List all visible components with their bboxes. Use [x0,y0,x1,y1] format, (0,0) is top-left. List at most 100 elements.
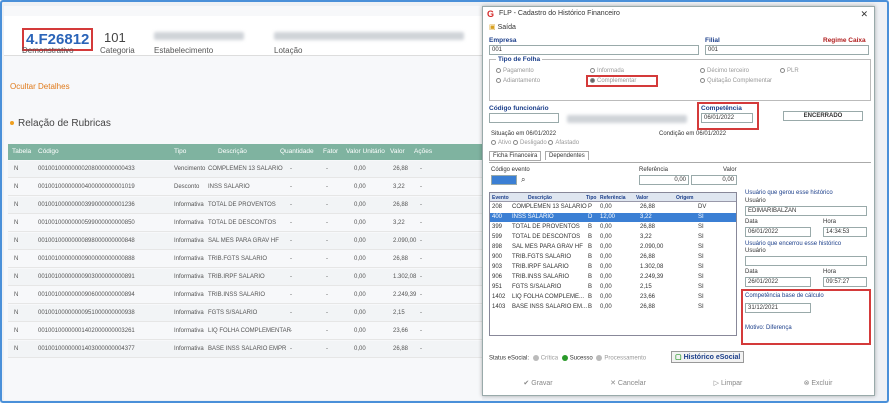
competencia-field[interactable]: 06/01/2022 [701,113,753,123]
grid-col-header: Descrição [528,195,552,201]
saida-button[interactable]: ▣ Saída [489,23,516,31]
grid-cell: P [588,204,593,210]
table-cell: - [420,292,422,298]
grid-row[interactable]: 208 COMPLEMEN 13 SALARIO P 0,00 26,88 DV [490,203,736,212]
grid-cell: 0,00 [600,254,612,260]
comp-base-field[interactable]: 31/12/2021 [745,303,811,313]
grid-row[interactable]: 400 INSS SALARIO D 12,00 3,22 SI [490,213,736,222]
grid-row[interactable]: 599 TOTAL DE DESCONTOS B 0,00 3,22 SI [490,233,736,242]
grid-cell: 0,00 [600,264,612,270]
rubricas-title: Relação de Rubricas [10,118,111,129]
table-cell: - [290,292,292,298]
table-cell: TOTAL DE PROVENTOS [208,202,276,208]
cancelar-button[interactable]: ✕ Cancelar [593,375,663,393]
table-cell: - [290,184,292,190]
tab-dependentes[interactable]: Dependentes [545,151,589,160]
sit-radios[interactable]: Ativo Desligado Afastado [491,140,579,146]
col-header: Tabela [12,148,32,155]
table-row[interactable]: N 00100100000000906000000000894 Informativ… [8,287,482,304]
referencia-label: Referência [639,167,669,173]
radio-plr[interactable]: PLR [780,68,799,74]
hide-details-link[interactable]: Ocultar Detalhes [10,82,70,91]
usuario-field-2[interactable] [745,256,867,266]
table-row[interactable]: N 00100100000000898000000000848 Informativ… [8,233,482,250]
table-row[interactable]: N 00100100000000400000000001019 Desconto IN… [8,179,482,196]
table-row[interactable]: N 00100100000000903000000000891 Informativ… [8,269,482,286]
grid-header: Evento Descrição Tipo Referência Valor Origem [490,193,736,202]
col-header: Tipo [174,148,187,155]
table-cell: N [14,256,19,262]
grid-cell: 2.090,00 [640,244,664,250]
status-esocial: Status eSocial: Crítica Sucesso Processa… [489,355,647,362]
cod-evento-field[interactable] [491,175,517,185]
grid-cell: SI [698,304,704,310]
empresa-field[interactable]: 001 [489,45,699,55]
table-cell: - [290,256,292,262]
table-cell: - [290,238,292,244]
table-row[interactable]: N 00100100000001402000000003261 Informativ… [8,323,482,340]
table-cell: Informativa [174,202,204,208]
radio-decimo[interactable]: Décimo terceiro [700,68,749,74]
grid-col-header: Valor [636,195,649,201]
valor-field[interactable]: 0,00 [691,175,737,185]
table-cell: 00100100000000898000000000848 [38,238,135,244]
referencia-field[interactable]: 0,00 [639,175,689,185]
table-cell: 26,88 [393,346,409,352]
table-cell: - [326,310,328,316]
grid-row[interactable]: 903 TRIB.IRPF SALARIO B 0,00 1.302,08 SI [490,263,736,272]
table-cell: 0,00 [354,166,366,172]
table-cell: - [420,202,422,208]
hora-field-1[interactable]: 14:34:53 [823,227,867,237]
grid-row[interactable]: 951 FGTS S/SALARIO B 0,00 2,15 SI [490,283,736,292]
grid-row[interactable]: 399 TOTAL DE PROVENTOS B 0,00 26,88 SI [490,223,736,232]
col-header: Valor Unitário [346,148,385,155]
header-bar: 4.F26812 Demonstrativo 101 Categoria Est… [4,16,482,56]
gravar-button[interactable]: ✔ Gravar [503,375,573,393]
limpar-button[interactable]: ▷ Limpar [693,375,763,393]
table-row[interactable]: N 00100100000000599000000000850 Informativ… [8,215,482,232]
grid-row[interactable]: 1402 LIQ FOLHA COMPLEME... B 0,00 23,66 SI [490,293,736,302]
grid-cell: 0,00 [600,294,612,300]
table-row[interactable]: N 00100100000000900000000000888 Informativ… [8,251,482,268]
search-icon[interactable]: ⌕ [521,175,525,185]
table-row[interactable]: N 00100100000000208000000000433 Vencimento… [8,161,482,178]
table-row[interactable]: N 00100100000000951000000000938 Informativ… [8,305,482,322]
grid-col-header: Referência [600,195,626,201]
grid-row[interactable]: 900 TRIB.FGTS SALARIO B 0,00 26,88 SI [490,253,736,262]
grid-cell: BASE INSS SALARIO EM... [512,304,588,310]
grid-cell: 1403 [492,304,506,310]
usuario-field-1[interactable]: EDIMARIBALZAN [745,206,867,216]
data-field-1[interactable]: 06/01/2022 [745,227,811,237]
col-header: Código [38,148,59,155]
table-cell: - [326,328,328,334]
table-cell: - [326,166,328,172]
radio-informada[interactable]: Informada [590,68,624,74]
col-header: Quantidade [280,148,314,155]
table-row[interactable]: N 00100100000000399000000001236 Informativ… [8,197,482,214]
data-label-1: Data [745,219,758,225]
table-cell: Informativa [174,328,204,334]
table-cell: 3,22 [393,220,405,226]
tab-ficha[interactable]: Ficha Financeira [489,151,542,161]
table-cell: 26,88 [393,166,409,172]
data-field-2[interactable]: 26/01/2022 [745,277,811,287]
grid-row[interactable]: 906 TRIB.INSS SALARIO B 0,00 2.249,39 SI [490,273,736,282]
table-cell: - [326,202,328,208]
hora-field-2[interactable]: 09:57:27 [823,277,867,287]
historico-esocial-button[interactable]: ▢ Histórico eSocial [671,351,745,363]
grid-row[interactable]: 1403 BASE INSS SALARIO EM... B 0,00 26,88 SI [490,303,736,312]
radio-adiantamento[interactable]: Adiantamento [496,78,540,84]
grid-cell: 903 [492,264,503,270]
grid-row[interactable]: 898 SAL MES PARA GRAV HF B 0,00 2.090,00 SI [490,243,736,252]
radio-pagamento[interactable]: Pagamento [496,68,534,74]
table-row[interactable]: N 00100100000001403000000004377 Informativ… [8,341,482,358]
grid-cell: 0,00 [600,234,612,240]
table-cell: N [14,328,19,334]
filial-field[interactable]: 001 [705,45,869,55]
radio-quitacao[interactable]: Quitação Complementar [700,78,772,84]
close-icon[interactable]: ✕ [860,9,868,20]
excluir-button[interactable]: ⊗ Excluir [783,375,853,393]
regime-caixa-label: Regime Caixa [823,37,866,44]
codfunc-field[interactable] [489,113,559,123]
situacao-label: Situação em 06/01/2022 [491,131,557,137]
